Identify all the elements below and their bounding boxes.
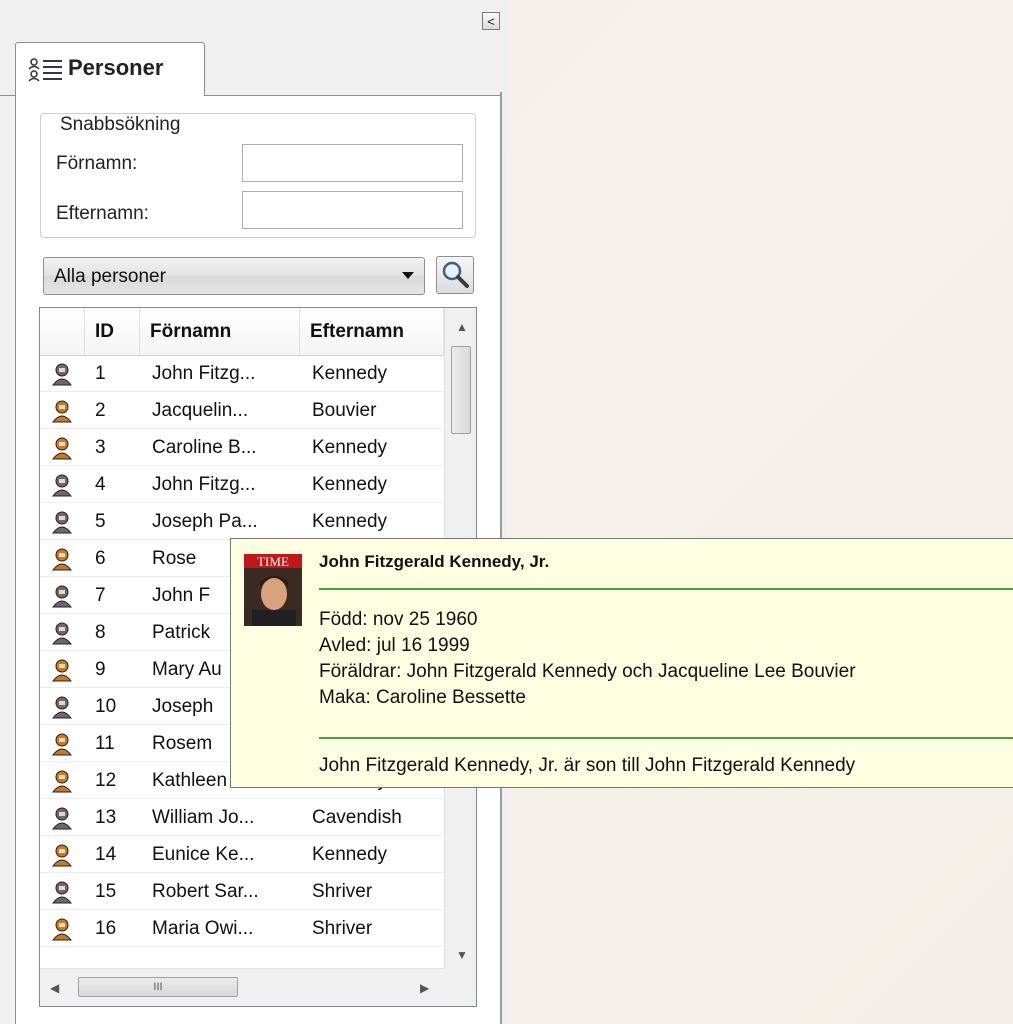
collapse-panel-button[interactable]: < [482, 12, 500, 30]
person-male-icon [51, 696, 73, 719]
tooltip-died: Avled: jul 16 1999 [319, 635, 470, 656]
table-row[interactable]: 5 Joseph Pa... Kennedy [40, 503, 444, 540]
table-row[interactable]: 16 Maria Owi... Shriver [40, 910, 444, 947]
cell-id: 9 [95, 659, 106, 680]
cell-id: 14 [95, 844, 117, 865]
last-name-label: Efternamn: [56, 203, 149, 224]
tooltip-parents: Föräldrar: John Fitzgerald Kennedy och J… [319, 661, 856, 682]
person-female-icon [51, 400, 73, 423]
first-name-label: Förnamn: [56, 153, 138, 174]
cell-last-name: Cavendish [312, 807, 402, 828]
tooltip-separator [319, 588, 1013, 590]
person-male-icon [51, 585, 73, 608]
table-row[interactable]: 4 John Fitzg... Kennedy [40, 466, 444, 503]
person-male-icon [51, 363, 73, 386]
cell-last-name: Shriver [312, 881, 373, 902]
cell-first-name: Robert Sar... [152, 881, 259, 902]
magnifier-icon [442, 261, 469, 288]
cell-last-name: Kennedy [312, 437, 388, 458]
cell-id: 2 [95, 400, 106, 421]
person-male-icon [51, 807, 73, 830]
tooltip-separator [319, 737, 1013, 739]
first-name-input[interactable] [242, 144, 463, 182]
table-row[interactable]: 1 John Fitzg... Kennedy [40, 355, 444, 392]
cell-first-name: John Fitzg... [152, 474, 256, 495]
person-female-icon [51, 918, 73, 941]
chevron-down-icon [402, 272, 414, 279]
horizontal-scroll-thumb[interactable]: III [78, 977, 238, 997]
tooltip-born: Född: nov 25 1960 [319, 609, 478, 630]
cell-first-name: John Fitzg... [152, 363, 256, 384]
cell-id: 16 [95, 918, 117, 939]
cell-last-name: Kennedy [312, 363, 388, 384]
search-button[interactable] [436, 256, 474, 294]
cell-id: 6 [95, 548, 106, 569]
scroll-right-icon[interactable]: ▶ [420, 981, 429, 995]
person-female-icon [51, 548, 73, 571]
quick-search-legend: Snabbsökning [56, 114, 185, 136]
cell-last-name: Kennedy [312, 474, 388, 495]
cell-first-name: Jacquelin... [152, 400, 249, 421]
table-row[interactable]: 14 Eunice Ke... Kennedy [40, 836, 444, 873]
cell-id: 13 [95, 807, 117, 828]
tooltip-spouse: Maka: Caroline Bessette [319, 687, 526, 708]
tooltip-name: John Fitzgerald Kennedy, Jr. [319, 552, 550, 571]
header-last-name[interactable]: Efternamn [300, 308, 444, 355]
person-female-icon [51, 844, 73, 867]
table-row[interactable]: 3 Caroline B... Kennedy [40, 429, 444, 466]
table-row[interactable]: 2 Jacquelin... Bouvier [40, 392, 444, 429]
person-filter-value: Alla personer [54, 266, 166, 287]
cell-id: 1 [95, 363, 106, 384]
persons-panel: < Personer Snabbsökning Förnamn: Efterna… [0, 0, 507, 1024]
scroll-up-icon[interactable]: ▲ [456, 320, 468, 334]
header-id[interactable]: ID [85, 308, 140, 355]
cell-first-name: Maria Owi... [152, 918, 254, 939]
person-male-icon [51, 622, 73, 645]
cell-id: 7 [95, 585, 106, 606]
person-male-icon [51, 511, 73, 534]
cell-id: 3 [95, 437, 106, 458]
table-row[interactable]: 13 William Jo... Cavendish [40, 799, 444, 836]
scroll-left-icon[interactable]: ◀ [50, 981, 59, 995]
grid-header: ID Förnamn Efternamn [40, 308, 444, 356]
person-male-icon [51, 881, 73, 904]
cell-id: 4 [95, 474, 106, 495]
header-first-name[interactable]: Förnamn [140, 308, 300, 355]
last-name-input[interactable] [242, 191, 463, 229]
scroll-down-icon[interactable]: ▼ [456, 948, 468, 962]
person-list-icon [28, 58, 62, 82]
cell-id: 15 [95, 881, 117, 902]
horizontal-scrollbar[interactable]: ◀ III ▶ [40, 968, 444, 1006]
cell-first-name: Joseph Pa... [152, 511, 258, 532]
cell-first-name: Caroline B... [152, 437, 257, 458]
cell-id: 8 [95, 622, 106, 643]
cell-id: 10 [95, 696, 117, 717]
person-female-icon [51, 659, 73, 682]
person-female-icon [51, 437, 73, 460]
cell-last-name: Kennedy [312, 511, 388, 532]
tab-persons-label: Personer [68, 55, 164, 80]
cell-id: 12 [95, 770, 117, 791]
person-female-icon [51, 733, 73, 756]
cell-id: 11 [95, 733, 115, 754]
cell-last-name: Kennedy [312, 844, 388, 865]
svg-text:TIME: TIME [257, 554, 289, 569]
vertical-scroll-thumb[interactable] [451, 346, 471, 434]
cell-first-name: Eunice Ke... [152, 844, 255, 865]
person-filter-select[interactable]: Alla personer [43, 257, 425, 295]
cell-last-name: Bouvier [312, 400, 377, 421]
table-row[interactable]: 15 Robert Sar... Shriver [40, 873, 444, 910]
cell-first-name: William Jo... [152, 807, 255, 828]
tab-persons[interactable]: Personer [15, 42, 205, 97]
tooltip-note: John Fitzgerald Kennedy, Jr. är son till… [319, 755, 856, 776]
cell-last-name: Shriver [312, 918, 373, 939]
person-female-icon [51, 770, 73, 793]
person-tooltip: TIME John Fitzgerald Kennedy, Jr. Född: … [230, 538, 1013, 788]
header-icon-column[interactable] [40, 308, 85, 355]
person-male-icon [51, 474, 73, 497]
cell-id: 5 [95, 511, 106, 532]
person-photo: TIME [244, 554, 302, 626]
